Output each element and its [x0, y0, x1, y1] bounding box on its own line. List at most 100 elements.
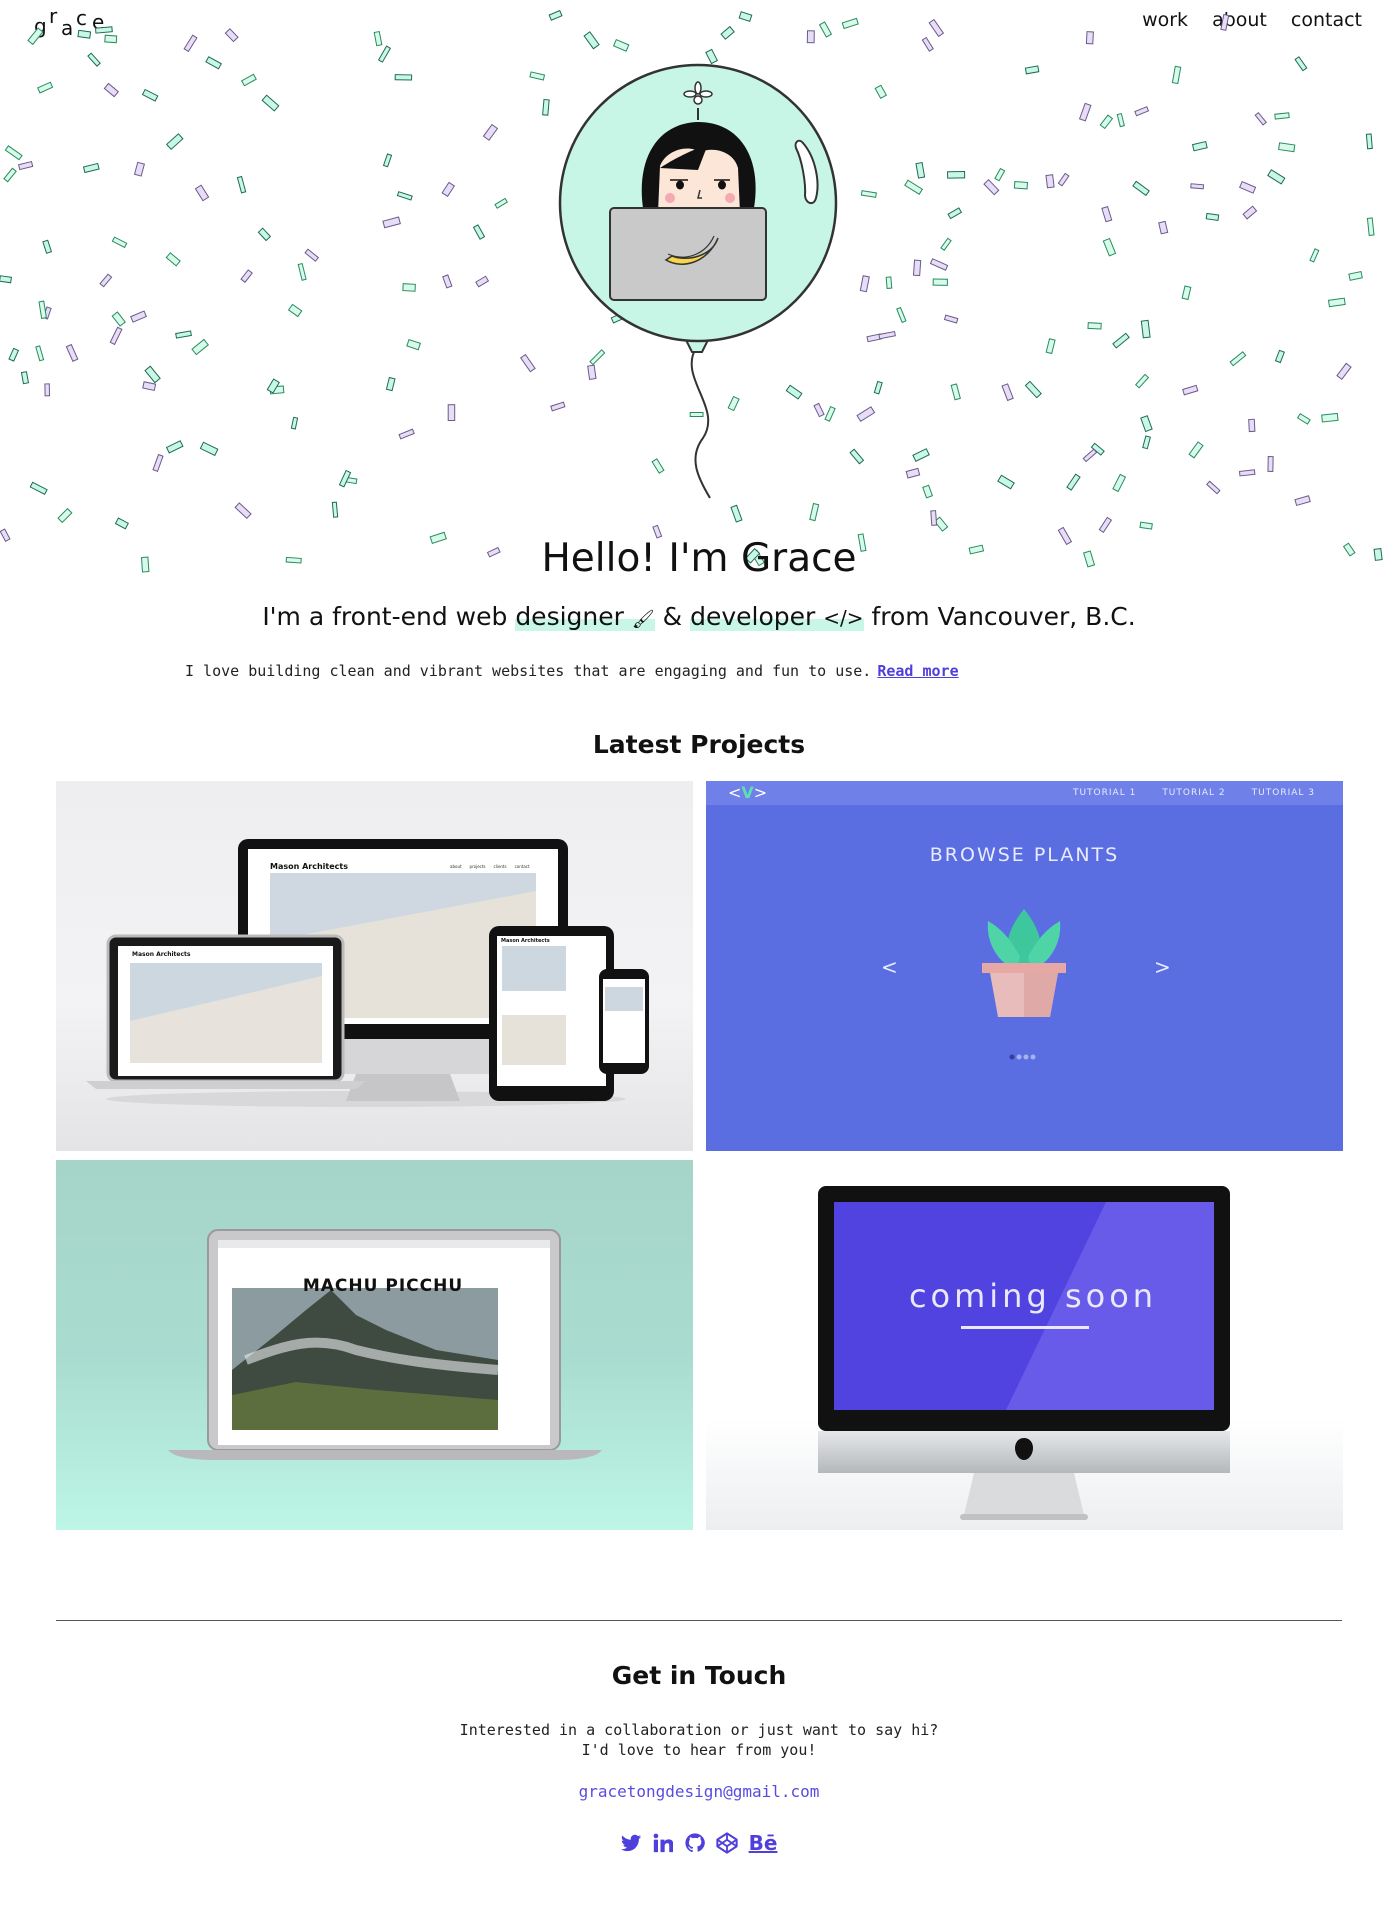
confetti-piece	[1274, 112, 1290, 120]
confetti-piece	[856, 406, 876, 423]
confetti-piece	[1140, 319, 1151, 339]
confetti-piece	[17, 160, 34, 171]
confetti-piece	[1321, 412, 1339, 423]
confetti-piece	[1205, 212, 1220, 221]
confetti-piece	[1112, 473, 1127, 493]
confetti-piece	[304, 248, 320, 262]
nav-contact-link[interactable]: contact	[1291, 9, 1362, 31]
confetti-piece	[191, 338, 209, 356]
subtitle-post: from Vancouver, B.C.	[863, 602, 1136, 631]
confetti-piece	[331, 501, 339, 518]
confetti-piece	[943, 314, 959, 324]
confetti-piece	[859, 275, 870, 293]
confetti-piece	[241, 73, 257, 87]
confetti-piece	[947, 170, 966, 179]
github-icon[interactable]	[684, 1832, 706, 1854]
subtitle-pre: I'm a front-end web	[262, 602, 516, 631]
project-card-machu-picchu[interactable]: MACHU PICCHU	[56, 1160, 693, 1530]
confetti-piece	[4, 145, 23, 161]
confetti-piece	[520, 353, 536, 373]
confetti-piece	[441, 181, 456, 198]
amp: &	[654, 602, 691, 631]
confetti-piece	[720, 25, 735, 40]
confetti-piece	[0, 275, 12, 284]
confetti-piece	[165, 133, 184, 151]
confetti-piece	[236, 175, 247, 194]
confetti-piece	[82, 162, 100, 174]
confetti-piece	[373, 30, 383, 47]
behance-icon[interactable]: Bē	[748, 1831, 778, 1855]
social-links: Bē	[0, 1831, 1398, 1855]
confetti-piece	[873, 380, 883, 395]
confetti-piece	[1248, 418, 1256, 433]
project-card-mason-architects[interactable]: Mason Architects Mason Architects Mason …	[56, 781, 693, 1151]
confetti-piece	[109, 326, 123, 346]
confetti-piece	[38, 300, 47, 320]
confetti-piece	[1336, 362, 1352, 380]
confetti-piece	[382, 153, 393, 168]
mason-nav-item: projects	[469, 864, 486, 869]
mason-brand-imac: Mason Architects	[270, 862, 348, 871]
confetti-piece	[1296, 412, 1311, 425]
confetti-piece	[20, 371, 30, 385]
linkedin-icon[interactable]	[652, 1832, 674, 1854]
contact-line-2: I'd love to hear from you!	[581, 1741, 817, 1759]
project-card-coming-soon[interactable]: coming soon	[706, 1160, 1343, 1530]
confetti-piece	[165, 440, 184, 454]
confetti-piece	[930, 510, 938, 526]
developer-highlight: developer </>	[690, 602, 864, 631]
confetti-piece	[1229, 351, 1247, 367]
confetti-piece	[928, 18, 945, 38]
confetti-piece	[738, 11, 753, 23]
confetti-piece	[1139, 521, 1153, 530]
mason-devices-mockup	[86, 839, 649, 1107]
confetti-piece	[1327, 297, 1346, 308]
confetti-piece	[806, 30, 815, 44]
confetti-piece	[1188, 441, 1204, 459]
confetti-piece	[338, 469, 352, 488]
confetti-piece	[44, 383, 51, 397]
confetti-piece	[183, 34, 198, 53]
confetti-piece	[114, 517, 129, 530]
projects-title: Latest Projects	[592, 730, 806, 759]
code-icon: </>	[823, 606, 864, 630]
confetti-piece	[1206, 480, 1221, 495]
confetti-piece	[3, 167, 17, 183]
confetti-piece	[1267, 456, 1274, 472]
confetti-piece	[1078, 102, 1092, 122]
confetti-piece	[874, 84, 888, 100]
read-more-link[interactable]: Read more	[877, 662, 958, 680]
description-text: I love building clean and vibrant websit…	[185, 662, 872, 680]
confetti-piece	[1116, 112, 1125, 128]
confetti-piece	[940, 237, 952, 251]
mason-nav: about projects clients contact	[450, 864, 530, 869]
confetti-piece	[42, 306, 52, 320]
confetti-piece	[933, 516, 949, 532]
main-nav: work about contact	[1142, 9, 1362, 31]
confetti-piece	[1090, 442, 1105, 456]
project-card-browse-plants[interactable]: <V> TUTORIAL 1 TUTORIAL 2 TUTORIAL 3 BRO…	[706, 781, 1343, 1151]
confetti-piece	[1087, 322, 1102, 330]
confetti-piece	[37, 81, 54, 94]
twitter-icon[interactable]	[620, 1832, 642, 1854]
nav-work-link[interactable]: work	[1142, 9, 1188, 31]
confetti-piece	[141, 88, 159, 102]
confetti-piece	[983, 179, 1000, 196]
confetti-piece	[529, 71, 546, 81]
logo-letter: e	[92, 10, 105, 34]
confetti-piece	[1101, 206, 1113, 223]
confetti-piece	[234, 502, 252, 520]
confetti-piece	[396, 191, 413, 201]
confetti-piece	[994, 167, 1006, 182]
nav-about-link[interactable]: about	[1212, 9, 1267, 31]
confetti-piece	[1274, 349, 1285, 364]
confetti-piece	[866, 333, 882, 343]
confetti-piece	[922, 484, 934, 499]
coming-soon-imac	[818, 1186, 1230, 1520]
codepen-icon[interactable]	[716, 1832, 738, 1854]
contact-email-link[interactable]: gracetongdesign@gmail.com	[0, 1782, 1398, 1801]
confetti-piece	[1082, 448, 1098, 463]
logo[interactable]: g r a c e	[34, 6, 114, 38]
brush-icon: 🖌	[631, 609, 655, 630]
confetti-piece	[194, 184, 210, 202]
